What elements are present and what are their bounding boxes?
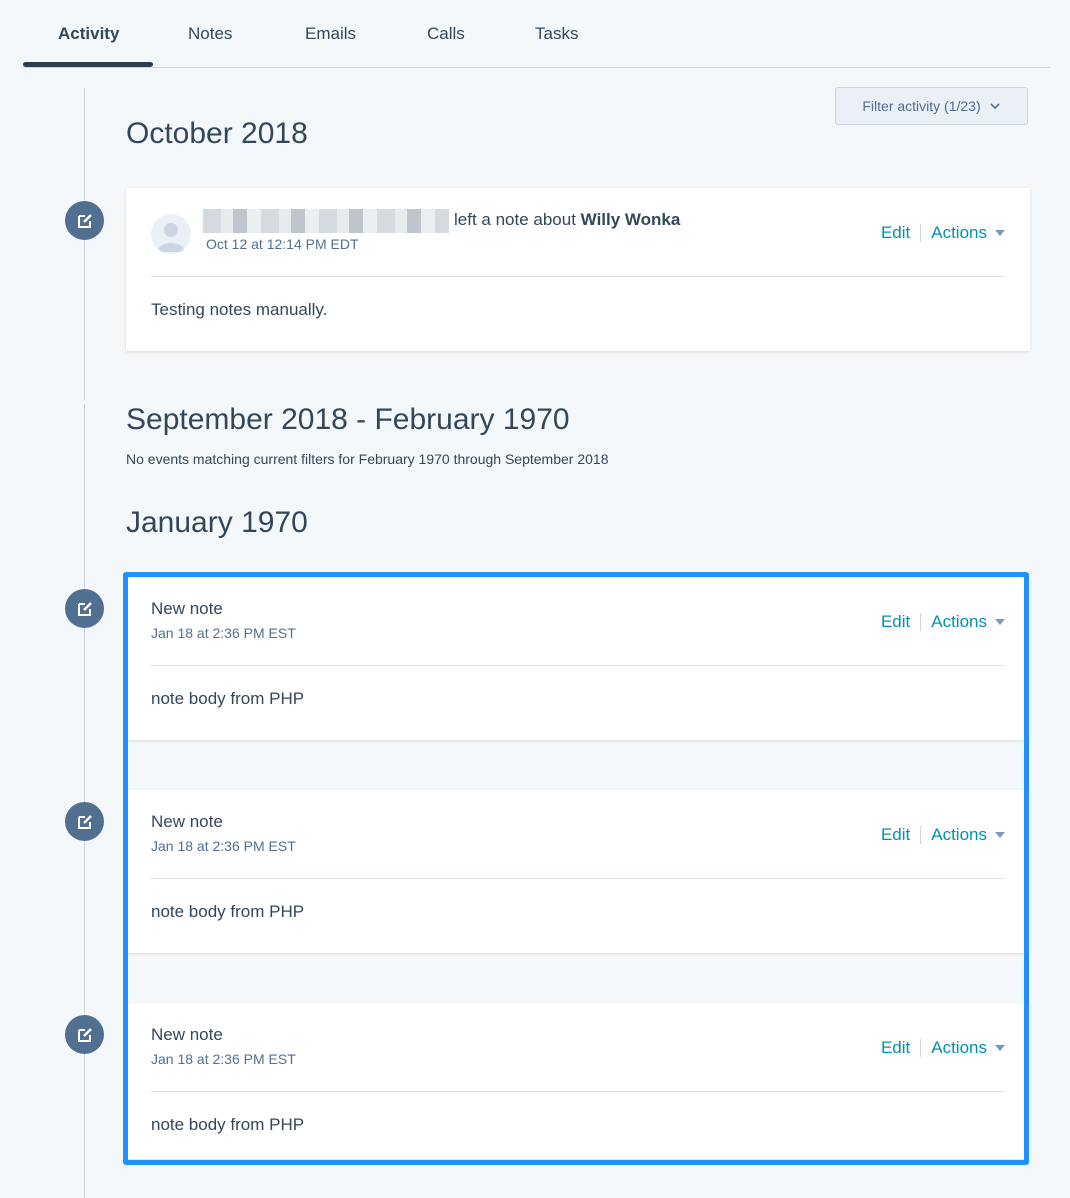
caret-down-icon [995, 230, 1005, 236]
tab-emails[interactable]: Emails [305, 24, 356, 44]
divider [920, 613, 922, 631]
tab-activity[interactable]: Activity [58, 24, 119, 44]
range-heading: September 2018 - February 1970 [126, 403, 570, 436]
actions-label: Actions [931, 612, 987, 631]
actions-label: Actions [931, 825, 987, 844]
actions-dropdown[interactable]: Actions [931, 223, 1005, 243]
edit-button[interactable]: Edit [881, 1038, 910, 1058]
edit-button[interactable]: Edit [881, 825, 910, 845]
no-events-message: No events matching current filters for F… [126, 451, 609, 467]
card-actions: Edit Actions [881, 223, 1005, 243]
edit-button[interactable]: Edit [881, 612, 910, 632]
actions-label: Actions [931, 1038, 987, 1057]
timeline-line [84, 88, 85, 400]
edit-note-icon [65, 589, 104, 628]
note-body: Testing notes manually. [151, 300, 328, 319]
actions-label: Actions [931, 223, 987, 242]
divider [920, 224, 922, 242]
divider [920, 826, 922, 844]
edit-note-icon [65, 1015, 104, 1054]
actions-dropdown[interactable]: Actions [931, 612, 1005, 632]
card-actions: Edit Actions [881, 825, 1005, 845]
month-heading: January 1970 [126, 506, 308, 539]
note-timestamp: Oct 12 at 12:14 PM EDT [206, 236, 359, 252]
actions-dropdown[interactable]: Actions [931, 825, 1005, 845]
note-body: note body from PHP [151, 902, 305, 921]
note-card: New note Jan 18 at 2:36 PM EST Edit Acti… [126, 1003, 1030, 1159]
redacted-author [203, 209, 449, 233]
note-card: New note Jan 18 at 2:36 PM EST Edit Acti… [126, 790, 1030, 953]
note-card: left a note about Willy Wonka Oct 12 at … [126, 188, 1030, 351]
filter-activity-button[interactable]: Filter activity (1/23) [835, 87, 1028, 125]
note-title: New note [151, 1025, 223, 1044]
divider [920, 1039, 922, 1057]
card-actions: Edit Actions [881, 612, 1005, 632]
timeline-line [84, 404, 85, 1198]
edit-note-icon [65, 802, 104, 841]
card-actions: Edit Actions [881, 1038, 1005, 1058]
note-title: left a note about Willy Wonka [454, 210, 680, 230]
edit-note-icon [65, 201, 104, 240]
active-tab-indicator [23, 62, 153, 67]
caret-down-icon [995, 619, 1005, 625]
note-card-header: New note Jan 18 at 2:36 PM EST Edit Acti… [151, 790, 1005, 879]
tab-notes[interactable]: Notes [188, 24, 232, 44]
note-body: note body from PHP [151, 1115, 305, 1134]
note-body: note body from PHP [151, 689, 305, 708]
month-heading: October 2018 [126, 117, 308, 150]
note-title: New note [151, 812, 223, 831]
note-title: New note [151, 599, 223, 618]
contact-link[interactable]: Willy Wonka [581, 210, 681, 229]
note-card-header: New note Jan 18 at 2:36 PM EST Edit Acti… [151, 1003, 1005, 1092]
tab-calls[interactable]: Calls [427, 24, 465, 44]
note-title-prefix: left a note about [454, 210, 576, 229]
chevron-down-icon [990, 103, 1000, 110]
note-timestamp: Jan 18 at 2:36 PM EST [151, 838, 296, 854]
filter-activity-label: Filter activity (1/23) [862, 98, 981, 114]
note-timestamp: Jan 18 at 2:36 PM EST [151, 625, 296, 641]
user-avatar-icon [151, 214, 191, 254]
tab-tasks[interactable]: Tasks [535, 24, 578, 44]
caret-down-icon [995, 1045, 1005, 1051]
caret-down-icon [995, 832, 1005, 838]
note-card-header: left a note about Willy Wonka Oct 12 at … [151, 188, 1005, 277]
note-card-header: New note Jan 18 at 2:36 PM EST Edit Acti… [151, 577, 1005, 666]
note-timestamp: Jan 18 at 2:36 PM EST [151, 1051, 296, 1067]
note-card: New note Jan 18 at 2:36 PM EST Edit Acti… [126, 577, 1030, 740]
edit-button[interactable]: Edit [881, 223, 910, 243]
actions-dropdown[interactable]: Actions [931, 1038, 1005, 1058]
activity-tabs: Activity Notes Emails Calls Tasks [23, 0, 1050, 68]
